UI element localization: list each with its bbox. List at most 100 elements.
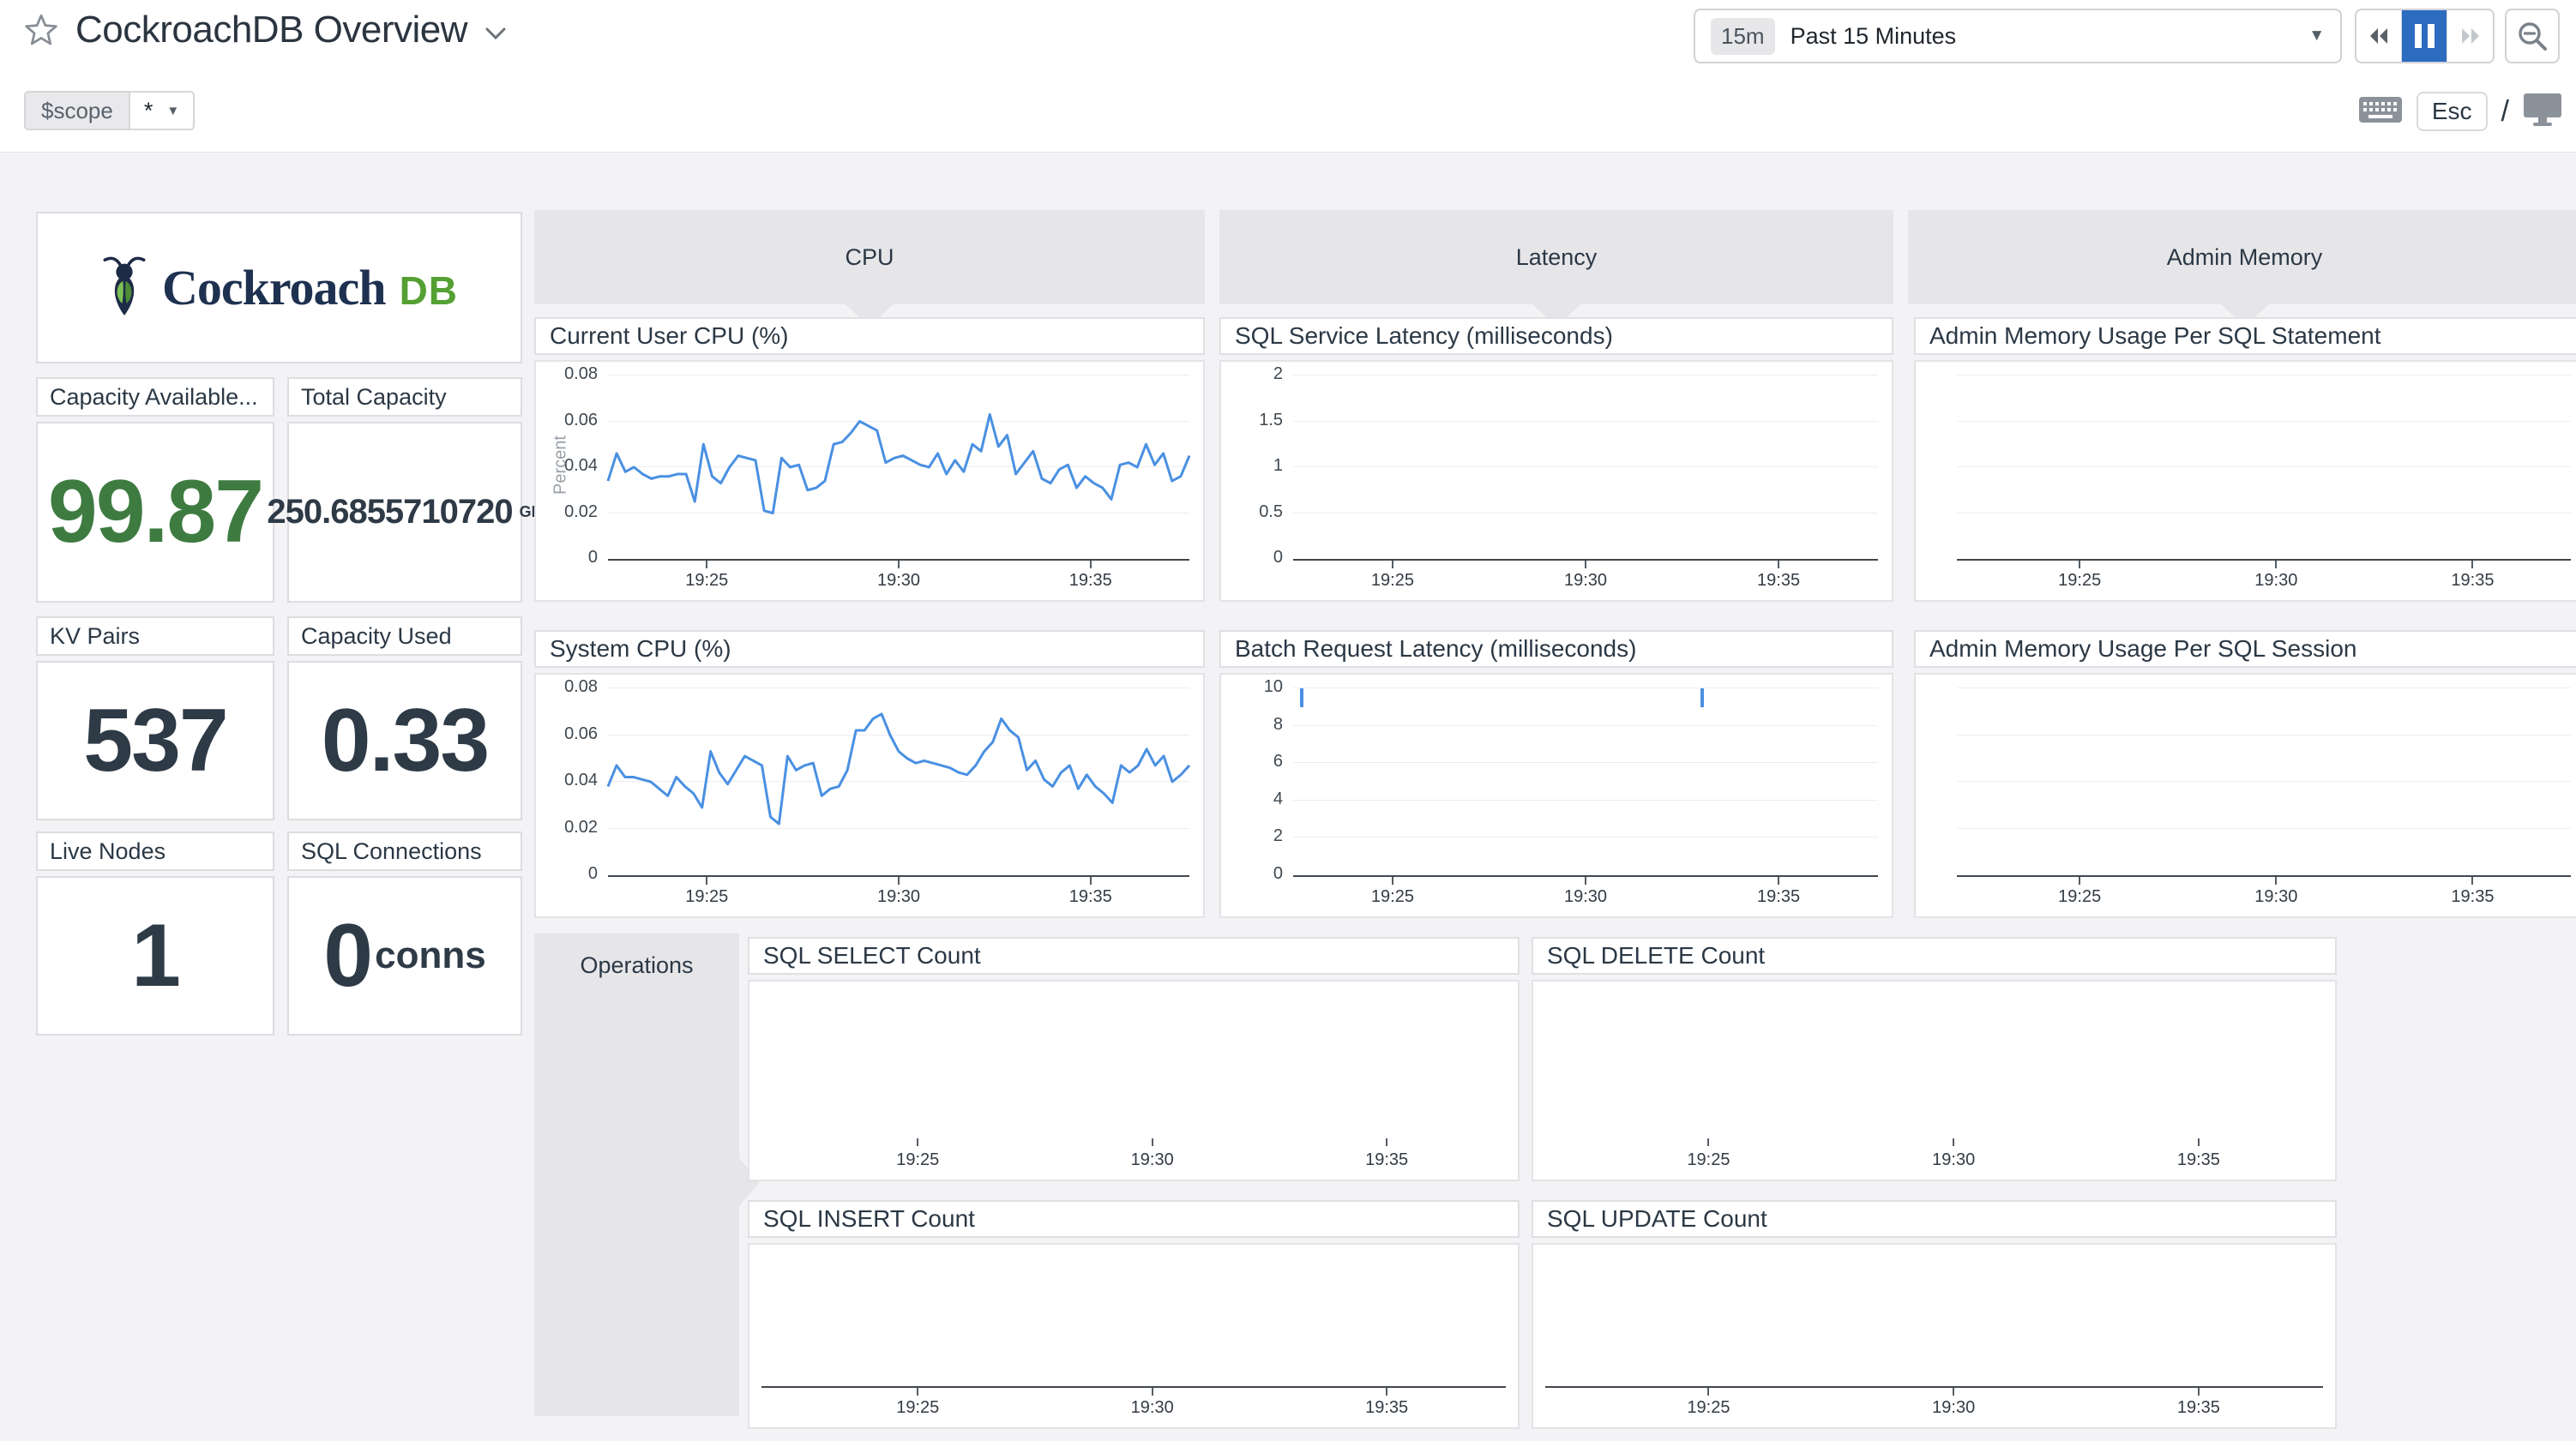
stat-value-capacity-used: 0.33 xyxy=(287,661,522,820)
chart-title-sql-update-count: SQL UPDATE Count xyxy=(1532,1200,2337,1238)
x-tick-label: 19:30 xyxy=(2224,887,2327,907)
x-tick-mark xyxy=(1953,1138,1954,1146)
x-tick-label: 19:25 xyxy=(866,1150,969,1170)
time-forward-button[interactable] xyxy=(2447,10,2493,62)
logo-brand-suffix: DB xyxy=(400,267,458,314)
chart-system-cpu[interactable]: 00.020.040.060.0819:2519:3019:35 xyxy=(534,673,1205,918)
dashboard-root: CockroachDB Overview 15m Past 15 Minutes… xyxy=(0,0,2576,1441)
x-tick-label: 19:35 xyxy=(1335,1398,1438,1418)
gridline xyxy=(1293,800,1878,801)
logo-brand-text: Cockroach xyxy=(162,259,386,316)
x-tick-label: 19:35 xyxy=(2147,1398,2250,1418)
x-tick-label: 19:25 xyxy=(1341,571,1444,591)
x-tick-label: 19:30 xyxy=(1902,1150,2005,1170)
x-tick-label: 19:30 xyxy=(1101,1150,1204,1170)
chart-sql-delete-count[interactable]: 19:2519:3019:35 xyxy=(1532,980,2337,1181)
time-range-picker[interactable]: 15m Past 15 Minutes ▼ xyxy=(1694,9,2342,63)
x-tick-label: 19:30 xyxy=(1534,887,1637,907)
stat-value-sql-connections: 0conns xyxy=(287,876,522,1036)
gridline xyxy=(1293,421,1878,422)
x-tick-mark xyxy=(1585,561,1586,568)
stat-title-kv-pairs: KV Pairs xyxy=(36,616,274,656)
y-tick-label: 0 xyxy=(536,864,598,884)
chart-title-system-cpu: System CPU (%) xyxy=(534,630,1205,668)
x-tick-label: 19:25 xyxy=(1657,1150,1760,1170)
stat-title-sql-connections: SQL Connections xyxy=(287,832,522,871)
chart-admin-memory-session[interactable]: 19:25 19:30 19:35 xyxy=(1914,673,2576,918)
x-tick-label: 19:25 xyxy=(655,887,758,907)
x-tick-label: 19:35 xyxy=(1727,887,1830,907)
group-header-admin-memory[interactable]: Admin Memory xyxy=(1908,210,2576,304)
group-label: Admin Memory xyxy=(2167,244,2323,271)
chart-current-user-cpu[interactable]: 00.020.040.060.0819:2519:3019:35Percent xyxy=(534,360,1205,602)
stat-value-kv-pairs: 537 xyxy=(36,661,274,820)
chart-sql-insert-count[interactable]: 19:2519:3019:35 xyxy=(748,1243,1520,1429)
time-playback-controls xyxy=(2355,9,2495,63)
x-tick-mark xyxy=(898,877,900,885)
zoom-out-button[interactable] xyxy=(2505,9,2560,63)
series-line xyxy=(608,375,1189,559)
scope-label: $scope xyxy=(26,93,130,129)
x-tick-label: 19:30 xyxy=(2224,571,2327,591)
chart-title-sql-select-count: SQL SELECT Count xyxy=(748,937,1520,975)
group-header-cpu[interactable]: CPU xyxy=(534,210,1205,304)
x-tick-mark xyxy=(1392,877,1393,885)
gridline xyxy=(1957,781,2571,782)
x-tick-mark xyxy=(706,561,707,568)
page-title[interactable]: CockroachDB Overview xyxy=(75,9,467,51)
y-tick-label: 6 xyxy=(1221,752,1283,772)
x-tick-mark xyxy=(917,1388,918,1396)
gridline xyxy=(1957,466,2571,467)
chart-sql-update-count[interactable]: 19:2519:3019:35 xyxy=(1532,1243,2337,1429)
x-tick-label: 19:30 xyxy=(1101,1398,1204,1418)
spike-mark xyxy=(1700,688,1704,707)
chevron-down-icon[interactable] xyxy=(485,27,507,40)
y-tick-label: 2 xyxy=(1221,364,1283,384)
group-label: Latency xyxy=(1516,244,1598,271)
magnifier-minus-icon xyxy=(2515,19,2549,53)
chart-sql-select-count[interactable]: 19:2519:3019:35 xyxy=(748,980,1520,1181)
x-tick-label: 19:25 xyxy=(1657,1398,1760,1418)
stat-title-total-capacity: Total Capacity xyxy=(287,377,522,417)
y-tick-label: 0.02 xyxy=(536,818,598,838)
scope-template-variable[interactable]: $scope * ▼ xyxy=(24,91,195,130)
favorite-star-icon[interactable] xyxy=(24,13,58,47)
stat-value-live-nodes: 1 xyxy=(36,876,274,1036)
y-tick-label: 0.04 xyxy=(536,771,598,790)
chart-title-current-user-cpu: Current User CPU (%) xyxy=(534,317,1205,355)
y-tick-label: 0 xyxy=(536,548,598,567)
time-pause-button[interactable] xyxy=(2402,10,2447,62)
time-range-badge: 15m xyxy=(1711,18,1775,55)
series-line xyxy=(608,688,1189,875)
x-tick-mark xyxy=(1392,561,1393,568)
stat-unit: conns xyxy=(375,934,486,977)
x-tick-mark xyxy=(2079,877,2080,885)
gridline xyxy=(1957,828,2571,829)
keyboard-icon[interactable] xyxy=(2358,94,2403,129)
x-tick-label: 19:25 xyxy=(2028,887,2131,907)
chart-title-sql-insert-count: SQL INSERT Count xyxy=(748,1200,1520,1238)
x-tick-mark xyxy=(706,877,707,885)
time-backward-button[interactable] xyxy=(2356,10,2402,62)
pause-icon xyxy=(2415,24,2435,48)
group-header-latency[interactable]: Latency xyxy=(1219,210,1893,304)
gridline xyxy=(1957,421,2571,422)
x-tick-mark xyxy=(2471,561,2473,568)
cockroach-logo-icon xyxy=(100,253,148,322)
x-tick-label: 19:35 xyxy=(2421,887,2524,907)
x-tick-mark xyxy=(1386,1388,1387,1396)
chart-batch-request-latency[interactable]: 024681019:2519:3019:35 xyxy=(1219,673,1893,918)
gridline xyxy=(1957,687,2571,688)
x-tick-mark xyxy=(2198,1138,2200,1146)
stat-value-total-capacity: 250.6855710720GB xyxy=(287,422,522,603)
chart-admin-memory-statement[interactable]: 19:2519:3019:35 xyxy=(1914,360,2576,602)
gridline xyxy=(1293,725,1878,726)
group-header-operations[interactable]: Operations xyxy=(534,934,739,1416)
group-label: CPU xyxy=(845,244,894,271)
chart-sql-service-latency[interactable]: 00.511.5219:2519:3019:35 xyxy=(1219,360,1893,602)
x-axis-line xyxy=(761,1386,1506,1388)
tv-mode-icon[interactable] xyxy=(2523,92,2562,132)
x-tick-mark xyxy=(1386,1138,1387,1146)
y-tick-label: 0.02 xyxy=(536,502,598,522)
x-tick-mark xyxy=(2275,877,2277,885)
